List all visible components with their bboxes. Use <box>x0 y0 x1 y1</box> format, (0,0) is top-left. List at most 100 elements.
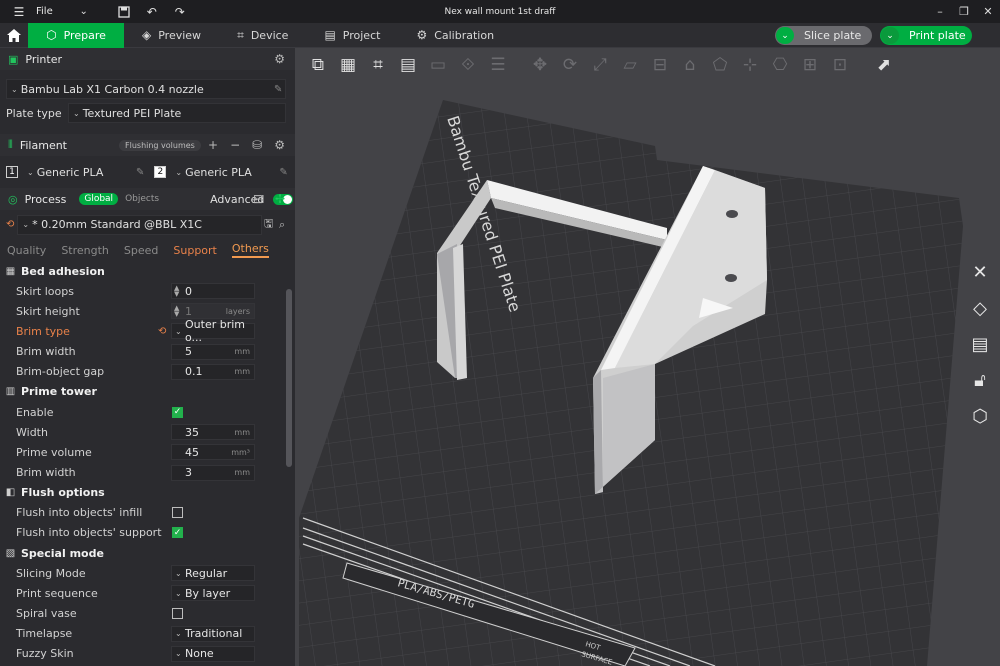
add-object-icon[interactable]: ⧉ <box>305 52 331 78</box>
lay-flat-icon[interactable]: ▱ <box>617 52 643 78</box>
explode-view-icon[interactable]: ⬈ <box>871 52 897 78</box>
tab-label: Preview <box>158 28 202 42</box>
redo-icon[interactable]: ↷ <box>169 1 191 23</box>
edit-icon[interactable]: ✎ <box>279 167 287 178</box>
tab-project[interactable]: ▤ Project <box>306 23 398 48</box>
measure-icon[interactable]: ⊹ <box>737 52 763 78</box>
chevron-down-icon[interactable]: ⌄ <box>881 27 899 44</box>
rotate-icon[interactable]: ⟳ <box>557 52 583 78</box>
chevron-down-icon[interactable]: ⌄ <box>776 27 794 44</box>
tab-calibration[interactable]: ⚙ Calibration <box>398 23 512 48</box>
scrollbar-thumb[interactable] <box>286 289 292 467</box>
reset-icon[interactable]: ⟲ <box>6 219 14 230</box>
lock-plate-icon[interactable]: 🔓︎ <box>964 366 996 395</box>
setting-unit: mm <box>234 427 250 437</box>
fuzzy-skin-select[interactable]: ⌄ None <box>171 645 255 662</box>
printer-select[interactable]: ⌄ Bambu Lab X1 Carbon 0.4 nozzle <box>6 79 286 99</box>
move-icon[interactable]: ✥ <box>527 52 553 78</box>
support-paint-icon[interactable]: ⌂ <box>677 52 703 78</box>
save-preset-icon[interactable]: 🖫 <box>264 215 273 234</box>
sync-icon[interactable]: ⛁ <box>252 138 262 152</box>
skirt-loops-input[interactable]: ▲ ▼ 0 <box>171 283 255 300</box>
subtab-speed[interactable]: Speed <box>124 244 158 257</box>
prime-volume-input[interactable]: 45 mm³ <box>171 444 255 461</box>
filament-section-header[interactable]: ⦀ Filament Flushing volumes + − ⛁ ⚙ <box>0 134 295 156</box>
brim-width-input[interactable]: 5 mm <box>171 343 255 360</box>
chevron-down-icon[interactable]: ⌄ <box>73 1 95 23</box>
assembly-icon[interactable]: ⊡ <box>827 52 853 78</box>
copy-icon[interactable]: ⟐ <box>455 52 481 78</box>
subtab-others[interactable]: Others <box>231 242 269 258</box>
spiral-vase-checkbox[interactable] <box>172 608 183 620</box>
search-icon[interactable]: ⌕ <box>279 218 285 232</box>
home-icon[interactable] <box>0 23 28 48</box>
tab-prepare[interactable]: ⬡ Prepare <box>28 22 124 48</box>
minimize-icon[interactable]: – <box>928 0 952 23</box>
timelapse-select[interactable]: ⌄ Traditional <box>171 625 255 642</box>
print-sequence-select[interactable]: ⌄ By layer <box>171 585 255 602</box>
brim-type-select[interactable]: ⌄ Outer brim o... <box>171 318 255 344</box>
scale-icon[interactable]: ⤢ <box>587 52 613 78</box>
plate-settings-icon[interactable]: ◇ <box>964 294 996 323</box>
filament-1-select[interactable]: ⌄ Generic PLA <box>23 162 128 182</box>
undo-icon[interactable]: ↶ <box>141 1 163 23</box>
filament-2-select[interactable]: ⌄ Generic PLA <box>171 162 276 182</box>
slicing-mode-select[interactable]: ⌄ Regular <box>171 565 255 582</box>
prime-width-input[interactable]: 35 mm <box>171 424 255 441</box>
setting-label: Enable <box>16 405 54 419</box>
3d-viewport[interactable]: Bambu Textured PEI Plate PLA/ABS/PETG HO… <box>295 48 1000 666</box>
close-window-icon[interactable]: ✕ <box>976 0 1000 23</box>
split-icon[interactable]: ▭ <box>425 52 451 78</box>
maximize-icon[interactable]: ❐ <box>952 0 976 23</box>
edit-icon[interactable]: ✎ <box>274 84 282 95</box>
prime-brim-width-input[interactable]: 3 mm <box>171 464 255 481</box>
skirt-height-input[interactable]: ▲ ▼ 1 layers <box>171 303 255 320</box>
objects-toggle[interactable]: Objects <box>125 194 159 204</box>
plate-type-select[interactable]: ⌄ Textured PEI Plate <box>68 103 286 123</box>
flush-support-checkbox[interactable]: ✓ <box>172 527 183 539</box>
slice-plate-button[interactable]: ⌄ Slice plate <box>775 26 872 45</box>
gear-icon[interactable]: ⚙ <box>274 138 285 152</box>
spinner-icon[interactable]: ▲ ▼ <box>174 285 179 298</box>
wand-icon[interactable]: ✢ <box>275 192 285 206</box>
text-icon[interactable]: ⎔ <box>767 52 793 78</box>
add-plate-icon[interactable]: ▦ <box>335 52 361 78</box>
process-subtabs: Quality Strength Speed Support Others <box>0 239 295 261</box>
edit-icon[interactable]: ✎ <box>136 167 144 178</box>
cut-icon[interactable]: ⊟ <box>647 52 673 78</box>
subtab-support[interactable]: Support <box>173 244 216 257</box>
boolean-icon[interactable]: ⊞ <box>797 52 823 78</box>
delete-icon[interactable]: ☰ <box>485 52 511 78</box>
close-plate-icon[interactable]: ✕ <box>964 258 996 287</box>
flush-icon: ◧ <box>5 487 16 499</box>
spinner-icon[interactable]: ▲ ▼ <box>174 305 179 318</box>
compare-icon[interactable]: ⊟ <box>253 192 263 206</box>
process-section-header[interactable]: ◎ Process Global Objects Advanced ⊟ ✢ <box>0 188 295 210</box>
save-icon[interactable] <box>113 1 135 23</box>
gear-icon[interactable]: ⚙ <box>274 52 285 66</box>
arrange-plate-icon[interactable]: ▤ <box>964 330 996 359</box>
hamburger-menu-icon[interactable]: ☰ <box>8 1 30 23</box>
add-icon[interactable]: + <box>208 138 218 152</box>
seam-paint-icon[interactable]: ⬠ <box>707 52 733 78</box>
flush-infill-checkbox[interactable] <box>172 507 183 519</box>
subtab-quality[interactable]: Quality <box>7 244 46 257</box>
brim-object-gap-input[interactable]: 0.1 mm <box>171 363 255 380</box>
auto-orient-icon[interactable]: ⌗ <box>365 52 391 78</box>
prime-tower-enable-checkbox[interactable]: ✓ <box>172 406 183 418</box>
file-menu[interactable]: File <box>36 6 53 17</box>
remove-icon[interactable]: − <box>230 138 240 152</box>
print-plate-button[interactable]: ⌄ Print plate <box>880 26 972 45</box>
tab-preview[interactable]: ◈ Preview <box>124 23 219 48</box>
process-preset-select[interactable]: ⌄ * 0.20mm Standard @BBL X1C <box>17 214 263 235</box>
plate-gear-icon[interactable]: ⬡ <box>964 402 996 431</box>
subtab-strength[interactable]: Strength <box>61 244 109 257</box>
global-toggle[interactable]: Global <box>79 193 119 205</box>
printer-section-header[interactable]: ▣ Printer ⚙ <box>0 48 295 70</box>
build-plate-scene: Bambu Textured PEI Plate PLA/ABS/PETG HO… <box>299 100 963 666</box>
tab-device[interactable]: ⌗ Device <box>219 23 306 48</box>
flushing-volumes-button[interactable]: Flushing volumes <box>119 139 201 151</box>
settings-scrollbar[interactable] <box>285 269 293 666</box>
reset-icon[interactable]: ⟲ <box>158 326 166 337</box>
arrange-icon[interactable]: ▤ <box>395 52 421 78</box>
